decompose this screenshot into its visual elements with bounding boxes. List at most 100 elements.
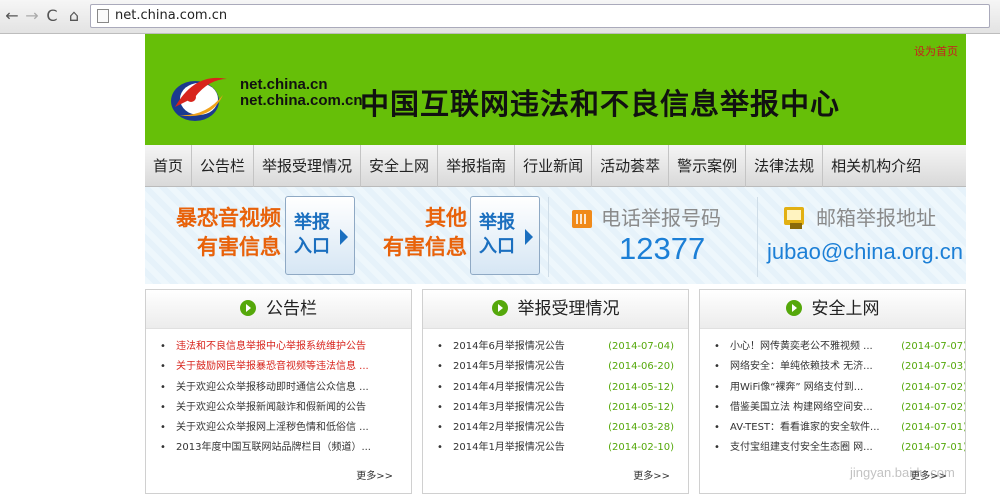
list-item[interactable]: 2014年6月举报情况公告 (2014-07-04): [437, 337, 688, 357]
item-text[interactable]: 2014年4月举报情况公告: [453, 382, 565, 393]
mail-label: 邮箱举报地址: [816, 206, 936, 230]
more-link[interactable]: 更多>>: [356, 467, 393, 482]
item-text[interactable]: 2014年2月举报情况公告: [453, 422, 565, 433]
forward-icon[interactable]: →: [22, 6, 42, 26]
item-date: (2014-03-28): [608, 422, 674, 434]
page-icon: [97, 9, 109, 23]
reload-icon[interactable]: C: [42, 6, 62, 26]
entry-label-1: 举报: [294, 212, 330, 233]
list-item[interactable]: 违法和不良信息举报中心举报系统维护公告: [160, 337, 411, 357]
address-bar[interactable]: net.china.com.cn: [90, 4, 990, 28]
item-date: (2014-02-10): [608, 442, 674, 454]
nav-laws[interactable]: 法律法规: [746, 145, 824, 187]
item-text[interactable]: 关于欢迎公众举报移动即时通信公众信息 ...: [176, 382, 369, 393]
item-text[interactable]: 网络安全：单纯依赖技术 无济...: [730, 361, 873, 372]
url-text[interactable]: net.china.com.cn: [115, 8, 227, 23]
nav-industry-news[interactable]: 行业新闻: [515, 145, 593, 187]
item-text[interactable]: 2014年6月举报情况公告: [453, 341, 565, 352]
nav-safe-online[interactable]: 安全上网: [361, 145, 439, 187]
logo-text: net.china.cn net.china.com.cn: [240, 77, 363, 109]
site-page: 设为首页 net.china.cn net.china.com.cn 中国互联网…: [145, 34, 966, 494]
item-date: (2014-07-01): [897, 418, 965, 439]
announcements-panel: 公告栏 违法和不良信息举报中心举报系统维护公告 关于鼓励网民举报暴恐音视频等违法…: [145, 289, 412, 494]
item-date: (2014-06-20): [608, 361, 674, 373]
safe-online-list: 小心！网传黄奕老公不雅视频 ... (2014-07-07) 网络安全：单纯依赖技…: [700, 329, 965, 459]
safe-online-panel: 安全上网 小心！网传黄奕老公不雅视频 ... (2014-07-07) 网络安全：…: [699, 289, 966, 494]
list-item[interactable]: 支付宝组建支付安全生态圈 网... (2014-07-01): [714, 438, 965, 459]
list-item[interactable]: 2014年2月举报情况公告 (2014-03-28): [437, 418, 688, 438]
nav-warning-cases[interactable]: 警示案例: [669, 145, 747, 187]
other-harmful-line-2: 有害信息: [383, 234, 467, 259]
other-harmful-label: 其他 有害信息: [365, 203, 467, 261]
phone-label: 电话举报号码: [601, 206, 721, 230]
nav-report-status[interactable]: 举报受理情况: [254, 145, 362, 187]
report-banner: 暴恐音视频 有害信息 举报 入口 其他 有害信息 举报 入口 电话举报号码 12…: [145, 187, 966, 284]
item-text[interactable]: 小心！网传黄奕老公不雅视频 ...: [730, 341, 873, 352]
entry-label-2: 入口: [294, 236, 330, 257]
terror-report-entry-button[interactable]: 举报 入口: [285, 196, 355, 275]
item-text[interactable]: 借鉴美国立法 构建网络空间安...: [730, 402, 873, 413]
report-status-panel: 举报受理情况 2014年6月举报情况公告 (2014-07-04) 2014年5月…: [422, 289, 689, 494]
back-icon[interactable]: ←: [2, 6, 22, 26]
list-item[interactable]: 网络安全：单纯依赖技术 无济... (2014-07-03): [714, 357, 965, 378]
mail-address[interactable]: jubao@china.org.cn: [767, 239, 963, 265]
phone-icon: [572, 210, 592, 228]
item-text[interactable]: 2013年度中国互联网站品牌栏目（频道）...: [176, 442, 371, 453]
nav-activities[interactable]: 活动荟萃: [592, 145, 670, 187]
panel-title: 公告栏: [266, 299, 317, 319]
terror-media-label: 暴恐音视频 有害信息: [163, 203, 281, 261]
home-icon[interactable]: ⌂: [64, 6, 84, 26]
logo-line-1: net.china.cn: [240, 76, 328, 93]
item-text[interactable]: 支付宝组建支付安全生态圈 网...: [730, 442, 873, 453]
list-item[interactable]: 小心！网传黄奕老公不雅视频 ... (2014-07-07): [714, 337, 965, 358]
item-text[interactable]: 关于欢迎公众举报网上淫秽色情和低俗信 ...: [176, 422, 369, 433]
item-date: (2014-07-01): [897, 438, 965, 459]
list-item[interactable]: 2014年1月举报情况公告 (2014-02-10): [437, 438, 688, 458]
nav-home[interactable]: 首页: [145, 145, 193, 187]
panel-title: 安全上网: [811, 299, 880, 319]
list-item[interactable]: AV-TEST：看看谁家的安全软件... (2014-07-01): [714, 418, 965, 439]
set-home-link[interactable]: 设为首页: [914, 43, 958, 59]
item-text[interactable]: 违法和不良信息举报中心举报系统维护公告: [176, 341, 366, 352]
list-item[interactable]: 关于鼓励网民举报暴恐音视频等违法信息 ...: [160, 357, 411, 377]
list-item[interactable]: 借鉴美国立法 构建网络空间安... (2014-07-02): [714, 397, 965, 419]
item-text[interactable]: 关于鼓励网民举报暴恐音视频等违法信息 ...: [176, 361, 369, 372]
announcement-list: 违法和不良信息举报中心举报系统维护公告 关于鼓励网民举报暴恐音视频等违法信息 .…: [146, 329, 411, 459]
nav-related-orgs[interactable]: 相关机构介绍: [823, 145, 929, 187]
item-text[interactable]: 2014年5月举报情况公告: [453, 361, 565, 372]
list-item[interactable]: 关于欢迎公众举报移动即时通信公众信息 ...: [160, 378, 411, 398]
item-date: (2014-05-12): [608, 401, 674, 413]
item-date: (2014-05-12): [608, 381, 674, 393]
more-link[interactable]: 更多>>: [633, 467, 670, 482]
main-nav: 首页 公告栏 举报受理情况 安全上网 举报指南 行业新闻 活动荟萃 警示案例 法…: [145, 145, 966, 187]
list-item[interactable]: 2013年度中国互联网站品牌栏目（频道）...: [160, 438, 411, 458]
panel-header: 举报受理情况: [423, 290, 688, 329]
panel-title: 举报受理情况: [517, 299, 620, 319]
mail-icon: [784, 207, 804, 229]
nav-announcements[interactable]: 公告栏: [192, 145, 255, 187]
item-text[interactable]: 2014年3月举报情况公告: [453, 402, 565, 413]
list-item[interactable]: 关于欢迎公众举报网上淫秽色情和低俗信 ...: [160, 418, 411, 438]
phone-number[interactable]: 12377: [619, 231, 705, 267]
list-item[interactable]: 2014年4月举报情况公告 (2014-05-12): [437, 378, 688, 398]
play-circle-icon: [491, 300, 508, 316]
banner-divider: [548, 197, 549, 277]
list-item[interactable]: 用WiFi像“裸奔” 网络支付到... (2014-07-02): [714, 377, 965, 398]
nav-report-guide[interactable]: 举报指南: [438, 145, 516, 187]
item-text[interactable]: 关于欢迎公众举报新闻敲诈和假新闻的公告: [176, 402, 366, 413]
list-item[interactable]: 2014年5月举报情况公告 (2014-06-20): [437, 357, 688, 377]
item-text[interactable]: AV-TEST：看看谁家的安全软件...: [730, 422, 880, 433]
item-date: (2014-07-03): [897, 357, 965, 378]
other-report-entry-button[interactable]: 举报 入口: [470, 196, 540, 275]
list-item[interactable]: 关于欢迎公众举报新闻敲诈和假新闻的公告: [160, 398, 411, 418]
panel-header: 公告栏: [146, 290, 411, 329]
terror-media-line-2: 有害信息: [197, 234, 281, 259]
list-item[interactable]: 2014年3月举报情况公告 (2014-05-12): [437, 398, 688, 418]
report-status-list: 2014年6月举报情况公告 (2014-07-04) 2014年5月举报情况公告 (…: [423, 329, 688, 459]
item-text[interactable]: 用WiFi像“裸奔” 网络支付到...: [730, 382, 863, 393]
terror-media-line-1: 暴恐音视频: [176, 205, 281, 230]
panel-header: 安全上网: [700, 290, 965, 329]
item-text[interactable]: 2014年1月举报情况公告: [453, 442, 565, 453]
item-date: (2014-07-07): [897, 337, 965, 358]
item-date: (2014-07-02): [897, 377, 965, 398]
